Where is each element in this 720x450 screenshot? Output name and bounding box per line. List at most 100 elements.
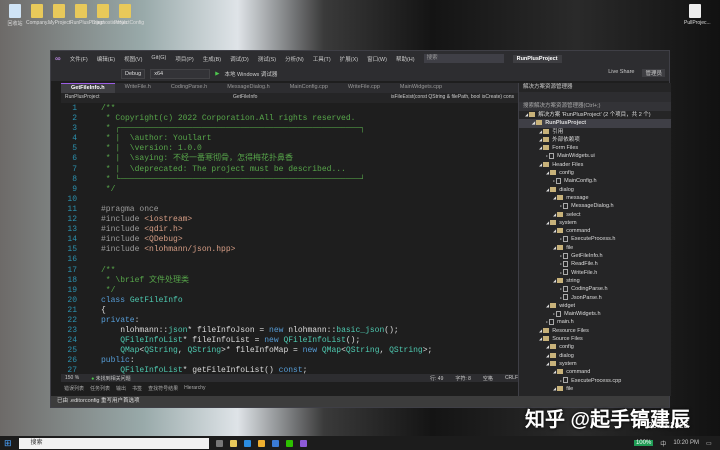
menu-item[interactable]: 扩展(X) [340, 55, 358, 63]
zoom-level[interactable]: 150 % [65, 375, 79, 381]
tree-item[interactable]: ◢ dialog [519, 352, 671, 360]
tree-item[interactable]: ◢ widget [519, 302, 671, 310]
tree-item[interactable]: ◢ dialog [519, 186, 671, 194]
config-dropdown[interactable]: Debug [121, 68, 146, 79]
navigation-bar: RunPlusProject GetFileInfo isFileExist(c… [61, 93, 518, 103]
menu-item[interactable]: 窗口(W) [367, 55, 387, 63]
desktop-icon[interactable]: MyProject [48, 4, 70, 26]
tree-item[interactable]: ▹ WriteFile.h [519, 269, 671, 277]
nav-member-dropdown[interactable]: isFileExist(const QString & filePath, bo… [391, 94, 514, 102]
tab[interactable]: CodingParse.h [161, 83, 217, 93]
tab[interactable]: MessageDialog.h [217, 83, 280, 93]
bottom-tab[interactable]: 任务列表 [90, 385, 110, 392]
tab[interactable]: WriteFile.h [115, 83, 161, 93]
chrome-icon[interactable] [257, 439, 265, 447]
tree-item[interactable]: ▹ ExecuteProcess.h [519, 235, 671, 243]
tree-item[interactable]: ◢ Resource Files [519, 327, 671, 335]
file-explorer-icon[interactable] [229, 439, 237, 447]
tree-item[interactable]: ◢ system [519, 219, 671, 227]
tree-item[interactable]: ◢ Source Files [519, 335, 671, 343]
menu-item[interactable]: 帮助(H) [396, 55, 415, 63]
edge-icon[interactable] [243, 439, 251, 447]
play-icon[interactable]: ▶ [215, 71, 219, 77]
desktop-icon[interactable]: RunPlusProject [70, 4, 104, 26]
bottom-tab[interactable]: 输出 [116, 385, 126, 392]
task-view-icon[interactable] [215, 439, 223, 447]
issues-indicator[interactable]: ● 未找到相关问题 [91, 375, 130, 382]
tree-item[interactable]: ▹ JsonParse.h [519, 294, 671, 302]
tree-item[interactable]: ▹ CodingParse.h [519, 285, 671, 293]
tree-item-label: file [566, 385, 574, 392]
desktop-icon[interactable]: ProjectConfig [114, 4, 144, 26]
bottom-tab[interactable]: Hierarchy [184, 385, 205, 391]
tree-item[interactable]: ▹ ExecuteProcess.cpp [519, 377, 671, 385]
file-icon [549, 318, 555, 325]
search-input[interactable]: 搜索 [423, 54, 504, 63]
tree-item[interactable]: ◢ command [519, 227, 671, 235]
tree-item[interactable]: ▹ MainConfig.h [519, 177, 671, 185]
nav-class-dropdown[interactable]: GetFileInfo [233, 94, 257, 102]
ime-indicator[interactable]: 中 [660, 439, 666, 448]
menu-item[interactable]: 视图(V) [124, 55, 142, 63]
tab[interactable]: WriteFile.cpp [338, 83, 390, 93]
tree-item[interactable]: ◢ message [519, 194, 671, 202]
tree-item[interactable]: ◢ config [519, 169, 671, 177]
tab[interactable]: MainConfig.cpp [280, 83, 338, 93]
tree-item[interactable]: ◢ 解决方案 'RunPlusProject' (2 个项目，共 2 个) [519, 111, 671, 119]
tree-item[interactable]: ▹ GetFileInfo.h [519, 252, 671, 260]
tree-item[interactable]: ◢ config [519, 343, 671, 351]
tree-item[interactable]: ▹ ReadFile.h [519, 260, 671, 268]
tree-item[interactable]: ◢ 引用 [519, 128, 671, 136]
menu-item[interactable]: 调试(D) [230, 55, 249, 63]
live-share-button[interactable]: Live Share [608, 69, 634, 77]
clock[interactable]: 10:20 PM [673, 440, 699, 446]
solution-search-input[interactable]: 搜索解决方案资源管理器(Ctrl+;) [519, 102, 671, 111]
nav-project-dropdown[interactable]: RunPlusProject [65, 94, 99, 102]
tree-item[interactable]: ▹ main.h [519, 318, 671, 326]
bottom-tab[interactable]: 查找符号结果 [148, 385, 178, 392]
tree-item[interactable]: ▹ MessageDialog.h [519, 202, 671, 210]
wechat-icon[interactable] [285, 439, 293, 447]
tree-item[interactable]: ◢ command [519, 368, 671, 376]
menu-item[interactable]: 编辑(E) [97, 55, 115, 63]
menu-item[interactable]: Git(G) [151, 55, 166, 63]
tree-item[interactable]: ◢ select [519, 211, 671, 219]
menu-item[interactable]: 生成(B) [203, 55, 221, 63]
menu-item[interactable]: 测试(S) [258, 55, 276, 63]
menu-item[interactable]: 工具(T) [313, 55, 331, 63]
bottom-tab[interactable]: 书签 [132, 385, 142, 392]
bottom-tab[interactable]: 错误列表 [64, 385, 84, 392]
code-token: >; [422, 346, 433, 356]
menu-item[interactable]: 项目(P) [175, 55, 193, 63]
battery-indicator[interactable]: 100% [633, 440, 654, 446]
line-ending[interactable]: CRLF [505, 375, 518, 381]
tree-item[interactable]: ◢ file [519, 385, 671, 393]
tree-item[interactable]: ◢ system [519, 360, 671, 368]
tab[interactable]: MainWidgets.cpp [390, 83, 452, 93]
desktop-icon[interactable]: Company... [26, 4, 51, 26]
tree-item[interactable]: ◢ RunPlusProject [519, 119, 671, 128]
tree-item[interactable]: ◢ file [519, 244, 671, 252]
desktop-icon-pullproject[interactable]: PullProjec... [684, 4, 711, 26]
tree-item[interactable]: ▹ MainWidgets.h [519, 310, 671, 318]
store-icon[interactable] [271, 439, 279, 447]
taskbar-search[interactable]: 搜索 [18, 437, 209, 449]
desktop-icon[interactable]: 回收站 [4, 4, 26, 27]
tree-item[interactable]: ◢ 外部依赖项 [519, 136, 671, 144]
run-debugger-button[interactable]: 本地 Windows 调试器 [224, 70, 277, 78]
code-editor[interactable]: 1/** 2 * Copyright(c) 2022 Corporation.Al… [61, 104, 518, 374]
menu-item[interactable]: 分析(N) [285, 55, 304, 63]
platform-dropdown[interactable]: x64 [150, 68, 211, 79]
tree-item[interactable]: ◢ string [519, 277, 671, 285]
desktop-icon[interactable]: DiagnosticsHub [92, 4, 127, 26]
windows-start-icon[interactable]: ⊞ [4, 438, 12, 449]
visual-studio-taskbar-icon[interactable] [299, 439, 307, 447]
tree-item[interactable]: ▹ MainWidgets.ui [519, 152, 671, 160]
tree-item[interactable]: ◢ Form Files [519, 144, 671, 152]
tree-item-label: 解决方案 'RunPlusProject' (2 个项目，共 2 个) [538, 112, 651, 118]
tab[interactable]: GetFileInfo.h [61, 83, 115, 93]
indent-mode[interactable]: 空格 [483, 375, 493, 382]
tree-item[interactable]: ◢ Header Files [519, 161, 671, 169]
menu-item[interactable]: 文件(F) [70, 55, 88, 63]
notification-icon[interactable]: ▭ [706, 440, 720, 447]
